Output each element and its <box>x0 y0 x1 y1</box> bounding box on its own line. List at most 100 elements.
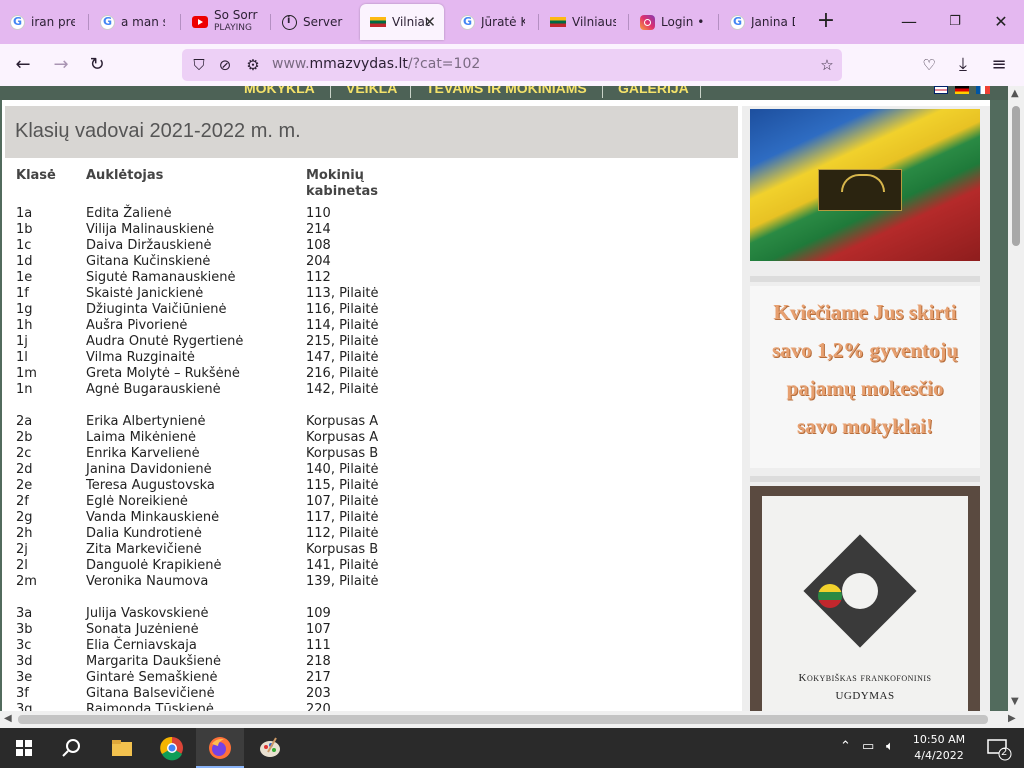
class-cell: 1e <box>16 270 33 285</box>
tab-server[interactable]: Server N <box>272 4 358 40</box>
paint-icon[interactable] <box>254 732 286 764</box>
forward-arrow-icon[interactable]: → <box>48 52 74 78</box>
table-row: 2l Danguolė Krapikienė 141, Pilaitė <box>16 558 416 574</box>
room-cell: 107 <box>306 622 331 637</box>
class-cell: 3g <box>16 702 33 711</box>
page-viewport: MOKYKLA VEIKLA TĖVAMS IR MOKINIAMS GALER… <box>0 86 1008 711</box>
scroll-right-icon[interactable]: ▶ <box>1008 713 1016 724</box>
table-row: 3d Margarita Daukšienė 218 <box>16 654 416 670</box>
tab-a-man[interactable]: a man sh <box>90 4 178 40</box>
url-text[interactable]: www.mmazvydas.lt/?cat=102 <box>272 56 480 72</box>
table-row: 1a Edita Žalienė 110 <box>16 206 416 222</box>
scrollbar-thumb[interactable] <box>1012 106 1020 246</box>
school-emblem-icon <box>818 169 902 211</box>
lithuania-flag-icon <box>818 584 842 608</box>
scrollbar-thumb[interactable] <box>18 715 988 724</box>
horizontal-scrollbar[interactable]: ◀ ▶ <box>0 711 1024 728</box>
scroll-up-icon[interactable]: ▲ <box>1011 88 1019 99</box>
vertical-scrollbar[interactable]: ▲ ▼ <box>1008 86 1024 711</box>
class-teachers-table: Klasė Auklėtojas Mokinių kabinetas 1a Edi… <box>16 168 716 711</box>
german-flag-icon[interactable] <box>955 86 969 94</box>
tab-title: Janina D <box>751 15 795 29</box>
firefox-icon[interactable] <box>204 732 236 764</box>
page-title: Klasių vadovai 2021-2022 m. m. <box>5 106 738 158</box>
lithuania-flag-icon <box>370 17 386 27</box>
bookmark-star-icon[interactable]: ☆ <box>818 55 836 75</box>
nav-mokykla[interactable]: MOKYKLA <box>244 86 315 96</box>
download-icon[interactable]: ⤓ <box>950 52 976 78</box>
content-area: Klasių vadovai 2021-2022 m. m. Klasė Auk… <box>2 100 990 711</box>
english-flag-icon[interactable] <box>934 86 948 94</box>
class-cell: 3a <box>16 606 33 621</box>
new-tab-button[interactable]: + <box>812 8 840 36</box>
class-cell: 2c <box>16 446 32 461</box>
header-kabinetas: Mokinių <box>306 168 364 183</box>
teacher-cell: Audra Onutė Rygertienė <box>86 334 244 349</box>
restore-icon[interactable]: ❐ <box>940 8 970 36</box>
google-icon <box>460 14 475 30</box>
show-hidden-icons-icon[interactable]: ⌃ <box>840 739 851 754</box>
site-permissions-icon[interactable]: ⚙ <box>244 55 262 75</box>
scroll-left-icon[interactable]: ◀ <box>4 713 12 724</box>
shield-icon[interactable]: ⛉ <box>190 55 208 75</box>
class-cell: 2d <box>16 462 33 477</box>
table-row: 2h Dalia Kundrotienė 112, Pilaitė <box>16 526 416 542</box>
nav-tevams[interactable]: TĖVAMS IR MOKINIAMS <box>426 86 587 96</box>
teacher-cell: Margarita Daukšienė <box>86 654 222 669</box>
address-bar[interactable]: ⛉ ⊘ ⚙ www.mmazvydas.lt/?cat=102 ☆ <box>182 49 842 81</box>
tab-janina[interactable]: Janina D <box>720 4 808 40</box>
menu-icon[interactable]: ≡ <box>986 52 1012 78</box>
table-row: 2c Enrika Karvelienė Korpusas B <box>16 446 416 462</box>
main-content: Klasių vadovai 2021-2022 m. m. Klasė Auk… <box>5 106 738 711</box>
notification-center-icon[interactable]: 2 <box>982 732 1014 764</box>
teacher-cell: Veronika Naumova <box>86 574 209 589</box>
reload-icon[interactable]: ↻ <box>84 52 110 78</box>
room-cell: 107, Pilaitė <box>306 494 379 509</box>
tab-vilniaus[interactable]: Vilniaus <box>540 4 628 40</box>
teacher-cell: Aušra Pivorienė <box>86 318 188 333</box>
class-cell: 2g <box>16 510 33 525</box>
class-cell: 1b <box>16 222 33 237</box>
class-cell: 3c <box>16 638 32 653</box>
close-window-icon[interactable]: ✕ <box>986 8 1016 36</box>
volume-icon[interactable]: 🔈︎ <box>886 739 894 754</box>
table-row: 3f Gitana Balsevičienė 203 <box>16 686 416 702</box>
poster-caption: Kokybiškas frankofoninis <box>798 672 932 684</box>
tab-vilniaus-active[interactable]: Vilniau ✕ <box>360 4 444 40</box>
school-flag-banner[interactable] <box>750 109 980 261</box>
tab-iran-pres[interactable]: iran pres <box>0 4 88 40</box>
teacher-cell: Sigutė Ramanauskienė <box>86 270 236 285</box>
teacher-cell: Skaistė Janickienė <box>86 286 204 301</box>
scroll-down-icon[interactable]: ▼ <box>1011 696 1019 707</box>
pocket-icon[interactable]: ♡ <box>916 52 942 78</box>
teacher-cell: Sonata Juzėnienė <box>86 622 199 637</box>
room-cell: Korpusas B <box>306 542 379 557</box>
minimize-icon[interactable]: — <box>894 8 924 36</box>
chrome-icon[interactable] <box>156 732 188 764</box>
tab-login[interactable]: Login • I <box>630 4 718 40</box>
nav-galerija[interactable]: GALERIJA <box>618 86 689 96</box>
francophone-quality-poster[interactable]: Kokybiškas frankofoninis ugdymas <box>750 486 980 711</box>
network-icon[interactable]: ▭ <box>862 739 874 754</box>
tab-so-sorry[interactable]: So Sorry PLAYING <box>182 4 270 40</box>
room-cell: 204 <box>306 254 331 269</box>
table-spacer <box>16 398 416 414</box>
table-row: 1e Sigutė Ramanauskienė 112 <box>16 270 416 286</box>
close-tab-icon[interactable]: ✕ <box>423 13 436 31</box>
windows-start-icon[interactable] <box>8 732 40 764</box>
tax-donation-promo[interactable]: Kviečiame Jus skirti savo 1,2% gyventojų… <box>750 286 980 468</box>
tab-jurate[interactable]: Jūratė Ku <box>450 4 538 40</box>
table-row: 1f Skaistė Janickienė 113, Pilaitė <box>16 286 416 302</box>
promo-line: pajamų mokesčio <box>786 376 944 400</box>
system-clock[interactable]: 10:50 AM 4/4/2022 <box>912 732 966 764</box>
class-cell: 1m <box>16 366 37 381</box>
tracking-blocked-icon[interactable]: ⊘ <box>216 55 234 75</box>
file-explorer-icon[interactable] <box>106 732 138 764</box>
room-cell: Korpusas A <box>306 414 379 429</box>
search-icon[interactable] <box>56 732 88 764</box>
back-arrow-icon[interactable]: ← <box>10 52 36 78</box>
teacher-cell: Eglė Noreikienė <box>86 494 188 509</box>
nav-veikla[interactable]: VEIKLA <box>346 86 397 96</box>
teacher-cell: Vanda Minkauskienė <box>86 510 220 525</box>
french-flag-icon[interactable] <box>976 86 990 94</box>
